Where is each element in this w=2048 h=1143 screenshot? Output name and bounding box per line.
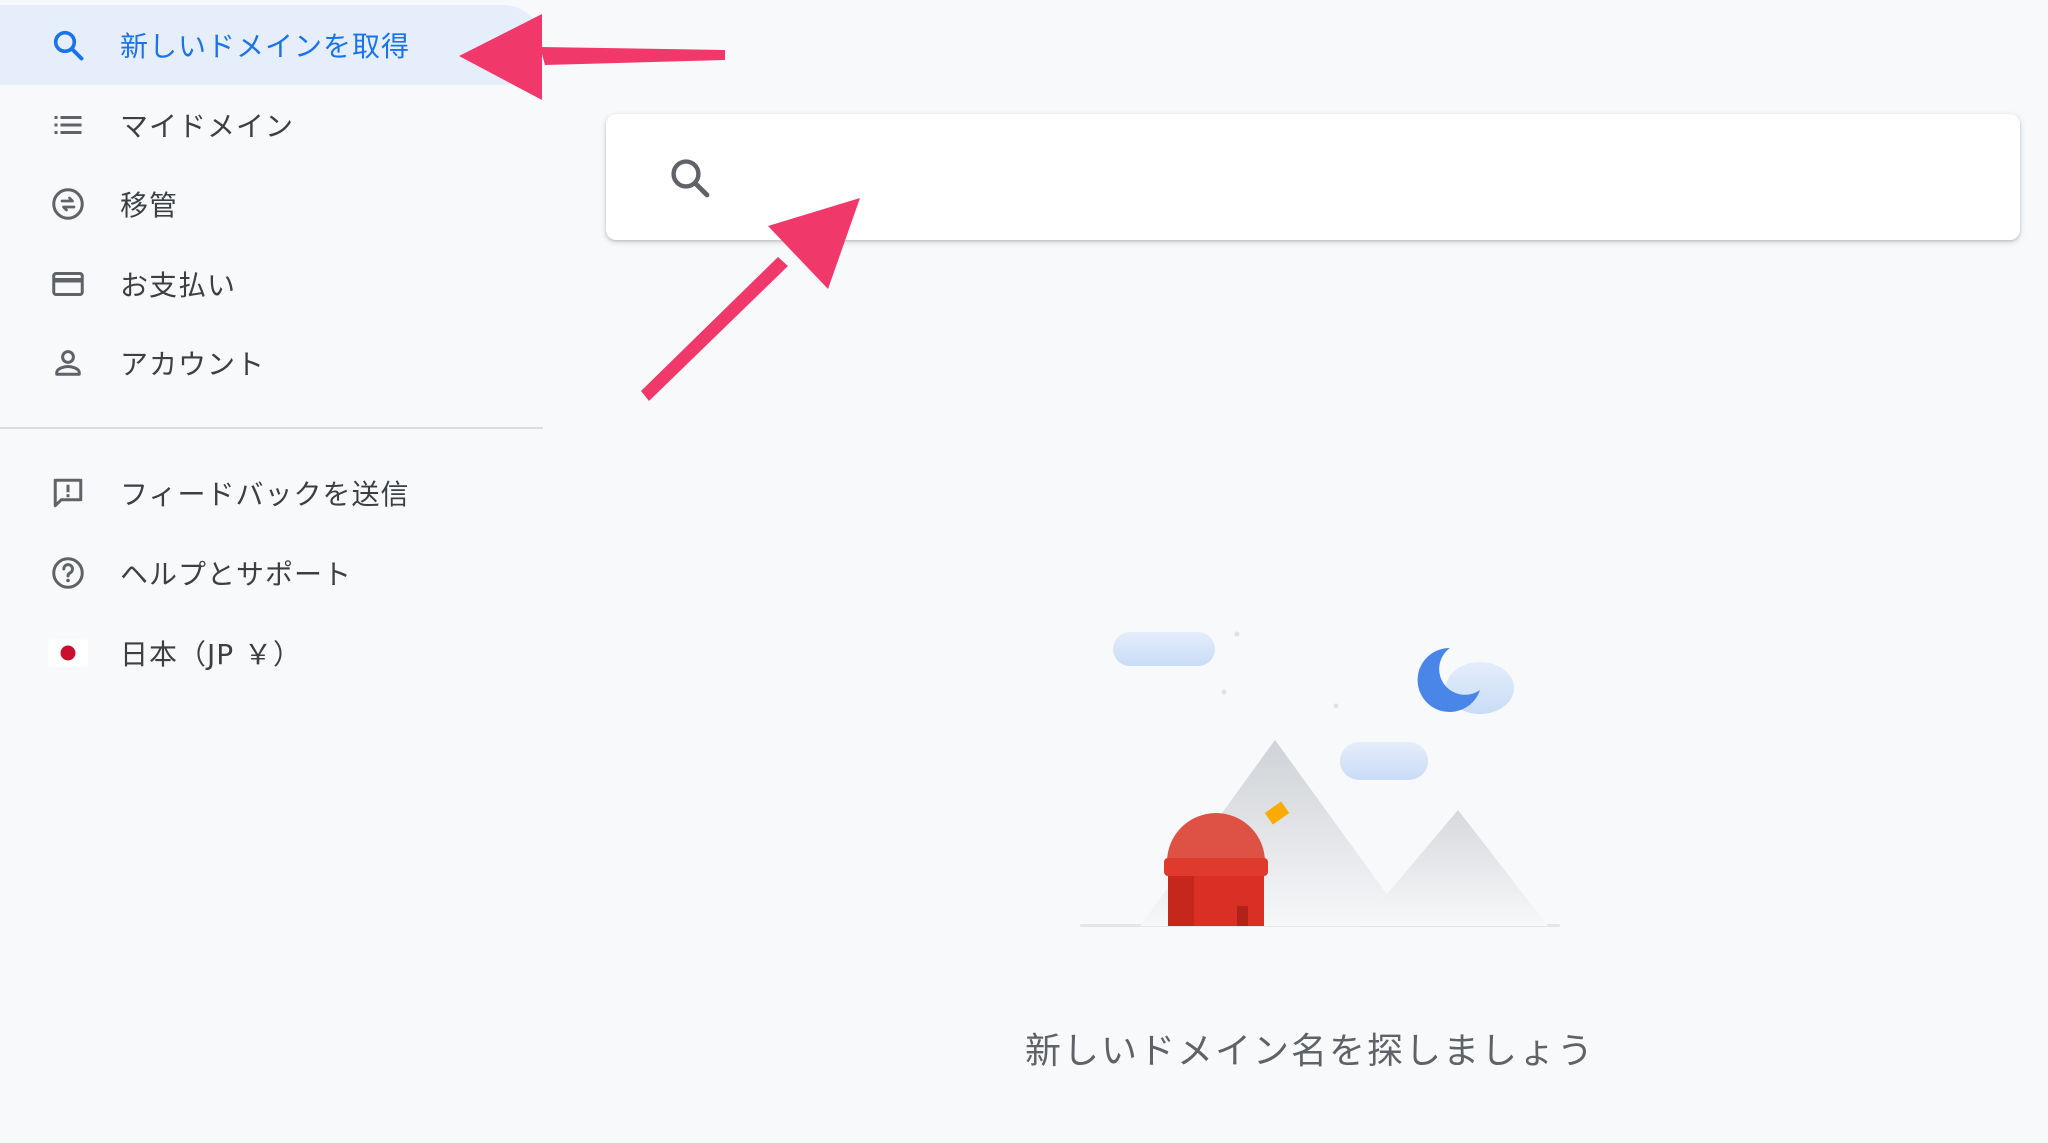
app-root: 新しいドメインを取得 マイドメイン 移管 お支払い アカウント フィードバックを…	[0, 0, 2048, 1143]
list-icon	[48, 105, 88, 145]
sidebar-item-label: お支払い	[120, 269, 237, 302]
sidebar: 新しいドメインを取得 マイドメイン 移管 お支払い アカウント フィードバックを…	[0, 0, 543, 1143]
sidebar-item-label: フィードバックを送信	[120, 478, 410, 511]
search-icon	[48, 25, 88, 65]
sidebar-item-get-new-domain[interactable]: 新しいドメインを取得	[0, 5, 543, 85]
sidebar-item-label: ヘルプとサポート	[120, 558, 353, 591]
observatory-door	[1237, 906, 1248, 926]
sidebar-item-payments[interactable]: お支払い	[0, 244, 543, 324]
feedback-icon	[48, 473, 88, 513]
sidebar-item-label: アカウント	[120, 348, 266, 381]
mountain-right	[1360, 810, 1548, 926]
domain-search-input[interactable]	[736, 144, 1980, 212]
observatory-shade	[1168, 876, 1194, 926]
star	[1333, 703, 1339, 709]
help-icon	[48, 553, 88, 593]
sidebar-divider	[0, 427, 543, 429]
search-icon	[666, 154, 714, 202]
domain-search-bar[interactable]	[606, 114, 2020, 240]
sidebar-item-label: 移管	[120, 189, 179, 222]
sidebar-item-send-feedback[interactable]: フィードバックを送信	[0, 453, 543, 533]
cloud-middle	[1340, 742, 1428, 780]
sidebar-item-transfer[interactable]: 移管	[0, 164, 543, 244]
sidebar-item-my-domains[interactable]: マイドメイン	[0, 85, 543, 165]
sidebar-item-label: 日本（JP ￥）	[120, 638, 303, 671]
cloud-top-left	[1113, 632, 1215, 666]
transfer-icon	[48, 184, 88, 224]
star	[1234, 631, 1240, 637]
sidebar-item-region-japan[interactable]: 日本（JP ￥）	[0, 613, 543, 693]
observatory-band	[1164, 858, 1268, 876]
star	[1221, 689, 1227, 695]
person-icon	[48, 343, 88, 383]
credit-card-icon	[48, 264, 88, 304]
japan-flag-icon	[48, 633, 88, 673]
sidebar-item-help-support[interactable]: ヘルプとサポート	[0, 533, 543, 613]
sidebar-item-label: 新しいドメインを取得	[120, 30, 411, 63]
sidebar-item-label: マイドメイン	[120, 110, 295, 143]
sidebar-item-account[interactable]: アカウント	[0, 323, 543, 403]
empty-state-message: 新しいドメイン名を探しましょう	[1024, 1031, 1595, 1072]
empty-state-illustration	[1070, 600, 1570, 940]
